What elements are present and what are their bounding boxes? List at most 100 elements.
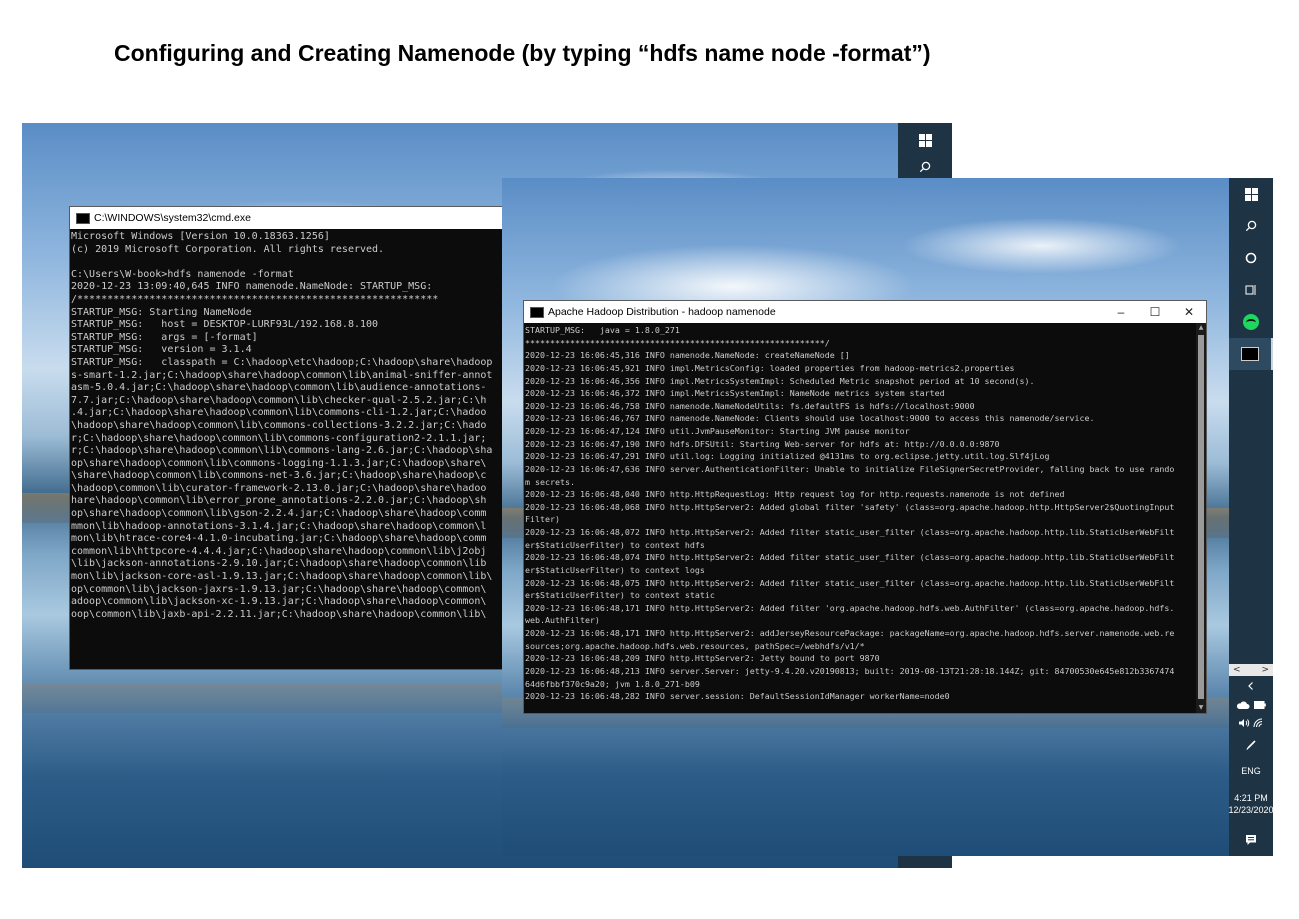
console-line: 2020-12-23 16:06:47,190 INFO hdfs.DFSUti… [525,438,1000,449]
console-window-icon [530,306,544,318]
console-line: STARTUP_MSG: classpath = C:\hadoop\etc\h… [71,356,493,368]
scroll-down-icon[interactable]: ▼ [1196,703,1206,713]
console-line: 2020-12-23 13:09:40,645 INFO namenode.Na… [71,281,433,293]
console-line: oop\common\lib\jaxb-api-2.2.11.jar;C:\ha… [71,608,487,620]
console-line: s-smart-1.2.jar;C:\hadoop\share\hadoop\c… [71,369,493,381]
cmd-console-output[interactable]: Microsoft Windows [Version 10.0.18363.12… [70,229,510,621]
taskbar-scroll[interactable]: < > [1229,664,1273,676]
windows-logo-icon [1244,187,1258,201]
console-line: 2020-12-23 16:06:45,316 INFO namenode.Na… [525,350,850,361]
show-hidden-icons-button[interactable] [1229,676,1273,696]
clock-date: 12/23/2020 [1228,805,1273,815]
console-line: 2020-12-23 16:06:48,171 INFO http.HttpSe… [525,602,1175,613]
language-label: ENG [1241,766,1261,776]
search-button[interactable] [898,157,952,177]
console-line: common\lib\httpcore-4.4.4.jar;C:\hadoop\… [71,545,487,557]
console-line: 64d6fbbf370c9a20; jvm 1.8.0_271-b09 [525,678,700,689]
cortana-icon [1245,252,1257,264]
console-line: 2020-12-23 16:06:47,124 INFO util.JvmPau… [525,426,910,436]
console-line: 2020-12-23 16:06:46,767 INFO namenode.Na… [525,413,1095,424]
hadoop-window-title: Apache Hadoop Distribution - hadoop name… [548,306,776,318]
console-line: sources;org.apache.hadoop.hdfs.web.resou… [525,640,865,651]
console-line: 2020-12-23 16:06:48,075 INFO http.HttpSe… [525,577,1175,588]
console-line: m secrets. [525,476,575,487]
hadoop-namenode-window[interactable]: Apache Hadoop Distribution - hadoop name… [524,301,1206,713]
console-line: 2020-12-23 16:06:48,072 INFO http.HttpSe… [525,527,1175,537]
minimize-button[interactable]: – [1104,305,1138,319]
onedrive-cloud-icon [1236,701,1250,709]
console-line: op\share\hadoop\common\lib\commons-loggi… [71,457,487,469]
clock[interactable]: 4:21 PM 12/23/2020 [1228,784,1273,824]
cortana-button[interactable] [1229,242,1273,274]
console-line: 2020-12-23 16:06:46,372 INFO impl.Metric… [525,388,945,399]
scroll-up-icon[interactable]: ▲ [1196,323,1206,333]
console-line: mon\lib\htrace-core4-4.1.0-incubating.ja… [71,533,487,545]
language-indicator[interactable]: ENG [1229,758,1273,784]
console-line: hare\hadoop\common\lib\error_prone_annot… [71,495,487,507]
console-line: STARTUP_MSG: version = 3.1.4 [71,344,252,356]
pen-workspace-button[interactable] [1229,732,1273,758]
console-line: er$StaticUserFilter) to context logs [525,564,705,575]
chevron-left-icon [1248,682,1253,690]
pen-icon [1246,740,1256,750]
console-line: er$StaticUserFilter) to context static [525,590,715,601]
search-button[interactable] [1229,210,1273,242]
console-line: 2020-12-23 16:06:45,921 INFO impl.Metric… [525,362,1015,373]
console-line: r;C:\hadoop\share\hadoop\common\lib\comm… [71,432,487,444]
console-scrollbar[interactable]: ▲ ▼ [1196,323,1206,713]
console-line: web.AuthFilter) [525,615,600,626]
console-line: STARTUP_MSG: java = 1.8.0_271 [525,325,680,335]
battery-icon [1254,701,1266,709]
console-line: STARTUP_MSG: args = [-format] [71,331,258,343]
console-line: STARTUP_MSG: host = DESKTOP-LURF93L/192.… [71,319,379,331]
console-line: ****************************************… [525,337,830,348]
tray-row-volume-wifi[interactable] [1229,714,1273,732]
hadoop-titlebar[interactable]: Apache Hadoop Distribution - hadoop name… [524,301,1206,323]
tray-row-cloud-battery[interactable] [1229,696,1273,714]
console-line: 2020-12-23 16:06:47,636 INFO server.Auth… [525,463,1175,474]
cmd-window[interactable]: C:\WINDOWS\system32\cmd.exe Microsoft Wi… [70,207,510,669]
close-button[interactable]: ✕ [1172,305,1206,319]
taskbar-app-spotify[interactable] [1229,306,1273,338]
spotify-icon [1243,314,1259,330]
console-line: 2020-12-23 16:06:48,209 INFO http.HttpSe… [525,653,880,664]
console-line: 2020-12-23 16:06:47,291 INFO util.log: L… [525,451,1050,462]
console-line: mon\lib\jackson-core-asl-1.9.13.jar;C:\h… [71,571,493,583]
console-line: mmon\lib\hadoop-annotations-3.1.4.jar;C:… [71,520,487,532]
console-line: er$StaticUserFilter) to context hdfs [525,539,705,550]
console-line: op\share\hadoop\common\lib\gson-2.2.4.ja… [71,508,487,520]
task-view-button[interactable] [1229,274,1273,306]
cmd-title: C:\WINDOWS\system32\cmd.exe [94,212,251,224]
console-line: 2020-12-23 16:06:46,356 INFO impl.Metric… [525,375,1035,386]
notification-icon [1246,835,1256,845]
action-center-button[interactable] [1229,824,1273,856]
search-icon [1245,220,1257,232]
scroll-right-icon[interactable]: > [1261,665,1269,675]
console-line: adoop\common\lib\jackson-xc-1.9.13.jar;C… [71,596,487,608]
hadoop-console-output[interactable]: STARTUP_MSG: java = 1.8.0_271 ***********… [524,323,1195,713]
taskbar-app-console[interactable] [1229,338,1273,370]
console-line: op\common\lib\jackson-jaxrs-1.9.13.jar;C… [71,583,487,595]
console-line: 2020-12-23 16:06:48,040 INFO http.HttpRe… [525,489,1065,500]
slide-title: Configuring and Creating Namenode (by ty… [114,40,931,66]
wifi-icon [1253,718,1262,728]
search-icon [919,161,931,173]
console-app-icon [1241,347,1259,361]
scroll-left-icon[interactable]: < [1233,665,1241,675]
console-line: 2020-12-23 16:06:48,171 INFO http.HttpSe… [525,628,1175,638]
console-line: 2020-12-23 16:06:48,068 INFO http.HttpSe… [525,501,1175,512]
console-line: 7.7.jar;C:\hadoop\share\hadoop\common\li… [71,394,487,406]
task-view-icon [1245,285,1256,295]
console-line: r;C:\hadoop\share\hadoop\common\lib\comm… [71,445,493,457]
console-line: (c) 2019 Microsoft Corporation. All righ… [71,243,385,255]
screenshot-hadoop: < > ENG 4:21 PM 12/23/2020 Apache Hadoop… [502,178,1273,856]
maximize-button[interactable]: ☐ [1138,305,1172,319]
start-button[interactable] [1229,178,1273,210]
clock-time: 4:21 PM [1234,793,1268,803]
console-line: \hadoop\share\hadoop\common\lib\commons-… [71,419,487,431]
start-button[interactable] [898,123,952,157]
console-line: .4.jar;C:\hadoop\share\hadoop\common\lib… [71,407,487,419]
scrollbar-thumb[interactable] [1198,335,1204,699]
cmd-titlebar[interactable]: C:\WINDOWS\system32\cmd.exe [70,207,510,229]
